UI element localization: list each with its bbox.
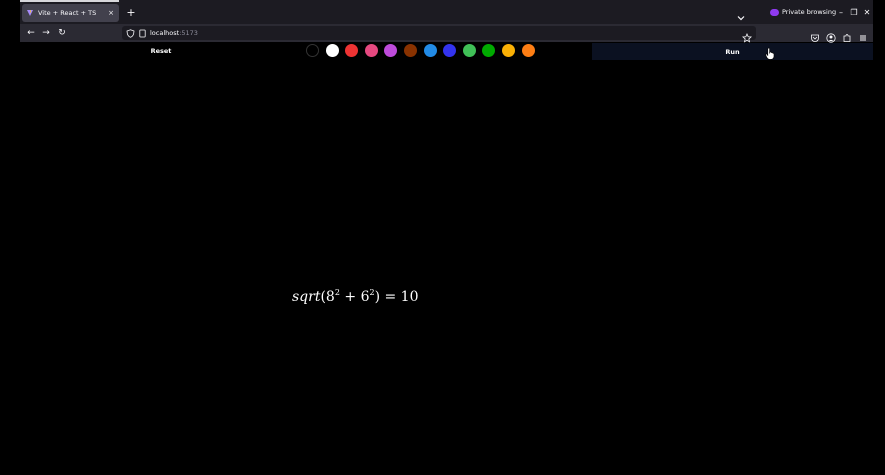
color-swatch-white[interactable] (325, 44, 339, 57)
extensions-icon[interactable] (842, 28, 852, 42)
shield-icon[interactable] (126, 28, 135, 38)
private-browsing-indicator: Private browsing (770, 8, 836, 16)
page-icon[interactable] (138, 29, 147, 38)
navigation-bar: ← → ↻ localhost:5173 (20, 24, 873, 43)
active-tab-indicator (20, 0, 119, 2)
tab-strip: Vite + React + TS × + Private browsing –… (20, 0, 873, 24)
bookmark-star-icon[interactable] (742, 28, 752, 43)
account-icon[interactable] (826, 28, 836, 43)
new-tab-button[interactable]: + (124, 6, 138, 20)
color-swatch-blue[interactable] (423, 44, 437, 57)
color-swatch-brown[interactable] (404, 44, 417, 57)
result-plus: + 6 (339, 289, 370, 305)
private-mask-icon (770, 8, 779, 16)
run-button[interactable]: Run (592, 43, 873, 60)
color-swatch-dark-green[interactable] (482, 44, 496, 57)
result-close: ) = 10 (374, 289, 419, 305)
color-swatch-orange[interactable] (521, 44, 535, 57)
tab-active[interactable]: Vite + React + TS × (22, 4, 119, 22)
color-swatch-red[interactable] (345, 44, 359, 57)
reload-button[interactable]: ↻ (56, 27, 68, 39)
hand-pointer-cursor-icon (765, 45, 775, 60)
close-window-button[interactable]: ✕ (862, 8, 872, 18)
color-swatch-purple[interactable] (384, 44, 398, 57)
color-swatch-indigo[interactable] (443, 44, 457, 57)
minimize-button[interactable]: – (836, 8, 846, 18)
color-swatch-black[interactable] (306, 44, 319, 57)
color-swatch-pink[interactable] (364, 44, 378, 57)
pocket-icon[interactable] (810, 28, 820, 42)
menu-icon[interactable] (858, 28, 868, 41)
result-expression: sqrt(82 + 62) = 10 (292, 288, 419, 305)
result-open: (8 (320, 289, 335, 305)
tab-title: Vite + React + TS (38, 9, 97, 17)
color-swatch-green[interactable] (462, 44, 476, 57)
back-button[interactable]: ← (25, 27, 37, 39)
forward-button[interactable]: → (40, 27, 52, 39)
url-bar[interactable]: localhost:5173 (122, 26, 756, 43)
restore-button[interactable]: ❐ (849, 8, 859, 18)
url-text[interactable]: localhost:5173 (150, 29, 198, 37)
browser-chrome: Vite + React + TS × + Private browsing –… (20, 0, 873, 43)
reset-button[interactable]: Reset (142, 44, 180, 58)
private-browsing-label: Private browsing (782, 8, 837, 16)
color-swatch-yellow[interactable] (502, 44, 515, 57)
tab-close-icon[interactable]: × (107, 9, 115, 17)
tab-list-chevron-icon[interactable] (736, 8, 746, 21)
result-function: sqrt (292, 289, 321, 305)
vite-favicon-icon (26, 9, 34, 17)
